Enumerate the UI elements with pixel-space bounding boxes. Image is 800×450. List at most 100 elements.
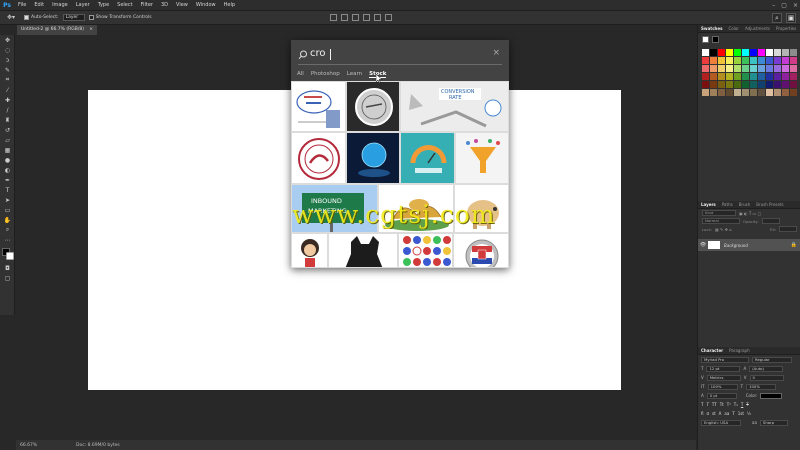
swatch-48[interactable] <box>702 81 709 88</box>
swatch-22[interactable] <box>782 57 789 64</box>
swatch-39[interactable] <box>726 73 733 80</box>
stamp-tool-icon[interactable]: ♜ <box>0 115 15 125</box>
swatch-0[interactable] <box>702 49 709 56</box>
swatch-1[interactable] <box>710 49 717 56</box>
swatch-53[interactable] <box>742 81 749 88</box>
leading-field[interactable]: (Auto) <box>749 365 784 372</box>
document-info[interactable]: Doc: 8.69M/0 bytes <box>56 443 120 448</box>
swatch-56[interactable] <box>766 81 773 88</box>
swatch-64[interactable] <box>734 89 741 96</box>
gradient-tool-icon[interactable]: ▦ <box>0 145 15 155</box>
ligature-icon[interactable]: fi <box>701 411 704 416</box>
menu-select[interactable]: Select <box>113 2 136 8</box>
swatch-61[interactable] <box>710 89 717 96</box>
swatch-2[interactable] <box>718 49 725 56</box>
workspace-icon[interactable]: ▣ <box>786 13 796 23</box>
type-tool-icon[interactable]: T <box>0 185 15 195</box>
opacity-field[interactable] <box>761 218 780 224</box>
tab-learn[interactable]: Learn <box>347 71 362 78</box>
tracking-field[interactable]: 0 <box>749 374 784 381</box>
swatch-70[interactable] <box>782 89 789 96</box>
swatch-60[interactable] <box>702 89 709 96</box>
anti-alias-dropdown[interactable]: Sharp <box>759 419 788 426</box>
menu-help[interactable]: Help <box>220 2 239 8</box>
swatch-37[interactable] <box>710 73 717 80</box>
font-style-dropdown[interactable]: Regular <box>752 356 792 363</box>
language-dropdown[interactable]: English: USA <box>701 419 741 426</box>
discretionary-icon[interactable]: st <box>712 411 716 416</box>
swatch-62[interactable] <box>718 89 725 96</box>
fill-field[interactable] <box>779 226 797 232</box>
show-transform-checkbox[interactable] <box>88 15 94 20</box>
search-input[interactable]: cro <box>310 48 326 59</box>
tab-paragraph[interactable]: Paragraph <box>726 348 753 353</box>
auto-select-checkbox[interactable] <box>24 15 29 20</box>
horizontal-scale-field[interactable]: 100% <box>746 383 777 390</box>
swatch-30[interactable] <box>750 65 757 72</box>
swatch-54[interactable] <box>750 81 757 88</box>
blur-tool-icon[interactable]: ● <box>0 155 15 165</box>
swatch-20[interactable] <box>766 57 773 64</box>
menu-edit[interactable]: Edit <box>30 2 48 8</box>
text-color-swatch[interactable] <box>760 392 783 399</box>
swatch-10[interactable] <box>782 49 789 56</box>
lasso-tool-icon[interactable]: ↄ <box>0 55 15 65</box>
swatch-9[interactable] <box>774 49 781 56</box>
small-caps-icon[interactable]: Tt <box>720 402 724 407</box>
hand-tool-icon[interactable]: ✋ <box>0 215 15 225</box>
swatch-18[interactable] <box>750 57 757 64</box>
menu-image[interactable]: Image <box>48 2 72 8</box>
swatch-67[interactable] <box>758 89 765 96</box>
blend-mode-dropdown[interactable]: Normal <box>702 218 740 224</box>
underline-icon[interactable]: T <box>741 402 743 407</box>
swatch-13[interactable] <box>710 57 717 64</box>
eyedropper-tool-icon[interactable]: ⁄ <box>0 85 15 95</box>
swatch-58[interactable] <box>782 81 789 88</box>
tab-adjustments[interactable]: Adjustments <box>742 26 773 31</box>
font-family-dropdown[interactable]: Myriad Pro <box>701 356 749 363</box>
stock-image-6[interactable] <box>400 132 455 184</box>
subscript-icon[interactable]: T₁ <box>734 402 738 407</box>
quick-mask-icon[interactable]: ◘ <box>0 263 15 273</box>
tab-brush-presets[interactable]: Brush Presets <box>753 202 786 207</box>
minimize-icon[interactable]: – <box>772 2 775 9</box>
dodge-tool-icon[interactable]: ◐ <box>0 165 15 175</box>
swatch-66[interactable] <box>750 89 757 96</box>
quick-select-tool-icon[interactable]: ✎ <box>0 65 15 75</box>
swatch-23[interactable] <box>790 57 797 64</box>
layer-kind-filter[interactable]: Kind <box>702 210 736 216</box>
history-brush-tool-icon[interactable]: ↺ <box>0 125 15 135</box>
swatch-33[interactable] <box>774 65 781 72</box>
swatch-12[interactable] <box>702 57 709 64</box>
recent-color-black[interactable] <box>712 36 719 43</box>
close-icon[interactable]: × <box>793 2 798 9</box>
stock-image-13[interactable] <box>398 233 453 268</box>
swatch-21[interactable] <box>774 57 781 64</box>
tab-all[interactable]: All <box>297 71 304 78</box>
menu-file[interactable]: File <box>14 2 30 8</box>
menu-window[interactable]: Window <box>192 2 220 8</box>
swatch-65[interactable] <box>742 89 749 96</box>
pen-tool-icon[interactable]: ✒ <box>0 175 15 185</box>
stock-image-2[interactable] <box>346 81 400 132</box>
stock-image-14[interactable] <box>453 233 509 268</box>
align-top-icon[interactable] <box>330 14 337 21</box>
align-middle-icon[interactable] <box>341 14 348 21</box>
swatch-32[interactable] <box>766 65 773 72</box>
swatch-11[interactable] <box>790 49 797 56</box>
swatch-63[interactable] <box>726 89 733 96</box>
menu-type[interactable]: Type <box>94 2 113 8</box>
menu-layer[interactable]: Layer <box>72 2 94 8</box>
swatch-29[interactable] <box>742 65 749 72</box>
swatch-24[interactable] <box>702 65 709 72</box>
brush-tool-icon[interactable]: ∕ <box>0 105 15 115</box>
stock-image-3[interactable]: CONVERSION RATE <box>400 81 509 132</box>
strikethrough-icon[interactable]: T <box>746 402 748 407</box>
tab-color[interactable]: Color <box>726 26 742 31</box>
all-caps-icon[interactable]: TT <box>712 402 717 407</box>
tab-photoshop[interactable]: Photoshop <box>311 71 340 78</box>
tab-character[interactable]: Character <box>698 348 726 353</box>
tab-properties[interactable]: Properties <box>773 26 799 31</box>
swatch-71[interactable] <box>790 89 797 96</box>
superscript-icon[interactable]: T¹ <box>727 402 731 407</box>
